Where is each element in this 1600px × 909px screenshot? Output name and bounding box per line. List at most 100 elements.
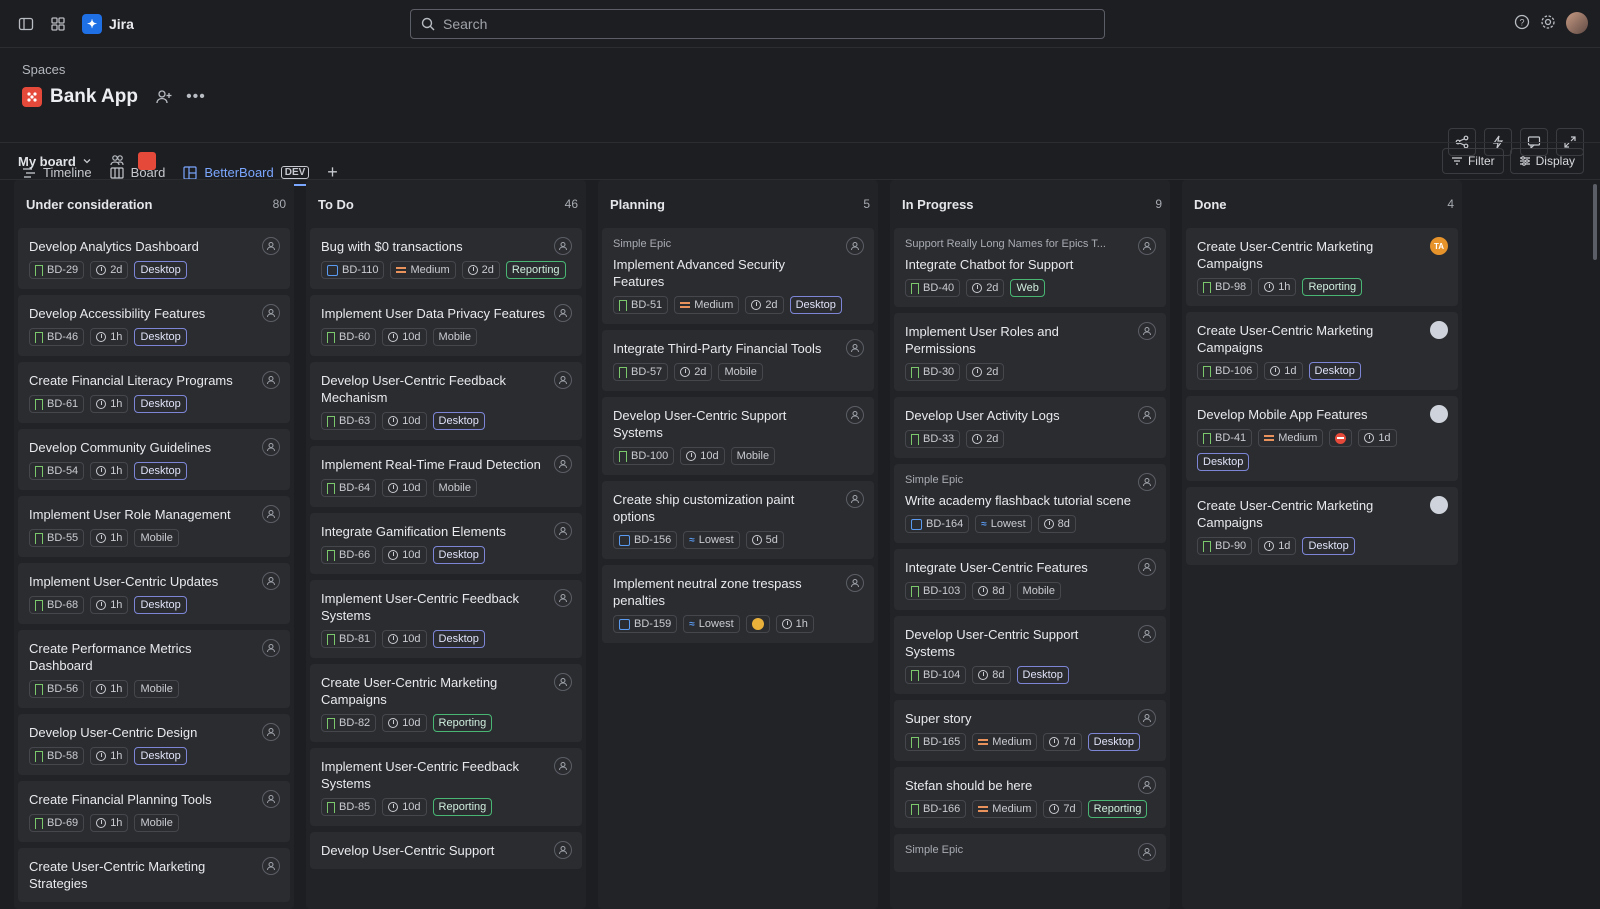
label-tag[interactable]: Desktop [1197,453,1250,471]
label-tag[interactable]: Desktop [134,596,187,614]
unassigned-user-icon[interactable] [554,304,572,322]
issue-card[interactable]: Create Financial Planning Tools BD-69 1h Mo… [18,781,290,842]
issue-key[interactable]: BD-85 [321,798,377,816]
label-tag[interactable]: Desktop [134,261,187,279]
assignee-avatar[interactable]: TA [1430,237,1448,255]
unassigned-user-icon[interactable] [1138,776,1156,794]
issue-card[interactable]: Integrate Third-Party Financial Tools BD-… [602,330,874,391]
issue-card[interactable]: Create Performance Metrics Dashboard BD-5… [18,630,290,708]
unassigned-user-icon[interactable] [262,572,280,590]
issue-key[interactable]: BD-40 [905,279,961,297]
issue-key[interactable]: BD-159 [613,615,678,633]
add-people-icon[interactable] [152,85,176,109]
settings-gear-icon[interactable] [1540,14,1556,33]
issue-key[interactable]: BD-30 [905,363,961,381]
issue-card[interactable]: Stefan should be here BD-166 Medium 7d Repor… [894,767,1166,828]
unassigned-user-icon[interactable] [554,673,572,691]
column-header[interactable]: In Progress 9 [894,180,1166,228]
label-tag[interactable]: Reporting [1302,278,1363,296]
issue-card[interactable]: Implement User Data Privacy Features BD-6… [310,295,582,356]
sidebar-toggle-icon[interactable] [14,12,38,36]
unassigned-user-icon[interactable] [1138,322,1156,340]
user-avatar[interactable] [1566,12,1588,34]
unassigned-user-icon[interactable] [1138,473,1156,491]
unassigned-user-icon[interactable] [262,790,280,808]
unassigned-user-icon[interactable] [262,639,280,657]
unassigned-user-icon[interactable] [846,339,864,357]
issue-key[interactable]: BD-54 [29,462,85,480]
issue-card[interactable]: Super story BD-165 Medium 7d Desktop [894,700,1166,761]
issue-card[interactable]: Implement Real-Time Fraud Detection BD-64… [310,446,582,507]
issue-card[interactable]: Develop User-Centric Support [310,832,582,869]
app-switcher-icon[interactable] [46,12,70,36]
display-button[interactable]: Display [1509,148,1584,174]
unassigned-user-icon[interactable] [1138,709,1156,727]
issue-card[interactable]: Develop User Activity Logs BD-33 2d [894,397,1166,458]
label-tag[interactable]: Desktop [134,747,187,765]
unassigned-user-icon[interactable] [846,237,864,255]
unassigned-user-icon[interactable] [846,490,864,508]
issue-card[interactable]: Develop User-Centric Design BD-58 1h Deskto… [18,714,290,775]
issue-card[interactable]: Create User-Centric Marketing Campaigns T… [1186,228,1458,306]
label-tag[interactable]: Reporting [1087,800,1148,818]
label-tag[interactable]: Mobile [134,529,179,547]
unassigned-user-icon[interactable] [1138,406,1156,424]
label-tag[interactable]: Reporting [432,798,493,816]
help-icon[interactable]: ? [1514,14,1530,33]
issue-card[interactable]: Create User-Centric Marketing Campaigns B… [1186,487,1458,565]
unassigned-user-icon[interactable] [262,304,280,322]
issue-key[interactable]: BD-64 [321,479,377,497]
issue-card[interactable]: Create User-Centric Marketing Campaigns B… [1186,312,1458,390]
label-tag[interactable]: Desktop [1016,666,1069,684]
project-filter-icon[interactable] [137,152,156,170]
issue-key[interactable]: BD-58 [29,747,85,765]
issue-key[interactable]: BD-63 [321,412,377,430]
issue-card[interactable]: Develop Community Guidelines BD-54 1h Deskt… [18,429,290,490]
unassigned-user-icon[interactable] [262,237,280,255]
issue-key[interactable]: BD-81 [321,630,377,648]
label-tag[interactable]: Desktop [789,296,842,314]
issue-key[interactable]: BD-69 [29,814,85,832]
unassigned-user-icon[interactable] [262,505,280,523]
unassigned-user-icon[interactable] [1138,237,1156,255]
issue-card[interactable]: Create User-Centric Marketing Strategies [18,848,290,902]
issue-card[interactable]: Simple Epic Implement Advanced Security F… [602,228,874,324]
issue-card[interactable]: Implement User-Centric Feedback Systems B… [310,748,582,826]
unassigned-user-icon[interactable] [262,371,280,389]
issue-key[interactable]: BD-55 [29,529,85,547]
issue-card[interactable]: Simple Epic [894,834,1166,872]
unassigned-user-icon[interactable] [554,522,572,540]
issue-key[interactable]: BD-100 [613,447,675,465]
issue-key[interactable]: BD-46 [29,328,85,346]
label-tag[interactable]: Mobile [730,447,776,465]
label-tag[interactable]: Mobile [432,328,477,346]
unassigned-user-icon[interactable] [846,574,864,592]
label-tag[interactable]: Desktop [432,412,485,430]
issue-key[interactable]: BD-106 [1197,362,1259,380]
column-header[interactable]: Done 4 [1186,180,1458,228]
unassigned-user-icon[interactable] [1138,843,1156,861]
issue-key[interactable]: BD-90 [1197,537,1253,555]
board-selector[interactable]: My board [18,154,92,169]
issue-card[interactable]: Implement User-Centric Feedback Systems B… [310,580,582,658]
unassigned-user-icon[interactable] [554,371,572,389]
issue-card[interactable]: Implement neutral zone trespass penaltie… [602,565,874,643]
issue-card[interactable]: Integrate User-Centric Features BD-103 8d M… [894,549,1166,610]
label-tag[interactable]: Desktop [1087,733,1141,751]
label-tag[interactable]: Mobile [718,363,763,381]
issue-key[interactable]: BD-51 [613,296,669,314]
label-tag[interactable]: Reporting [505,261,566,279]
label-tag[interactable]: Desktop [134,395,187,413]
label-tag[interactable]: Desktop [134,328,187,346]
issue-key[interactable]: BD-60 [321,328,377,346]
unassigned-user-icon[interactable] [262,438,280,456]
label-tag[interactable]: Desktop [1302,537,1355,555]
unassigned-user-icon[interactable] [554,237,572,255]
label-tag[interactable]: Desktop [134,462,187,480]
issue-key[interactable]: BD-61 [29,395,85,413]
issue-key[interactable]: BD-29 [29,261,85,279]
issue-key[interactable]: BD-103 [905,582,967,600]
unassigned-user-icon[interactable] [554,757,572,775]
issue-card[interactable]: Create User-Centric Marketing Campaigns B… [310,664,582,742]
issue-card[interactable]: Bug with $0 transactions BD-110 Medium 2d Re… [310,228,582,289]
